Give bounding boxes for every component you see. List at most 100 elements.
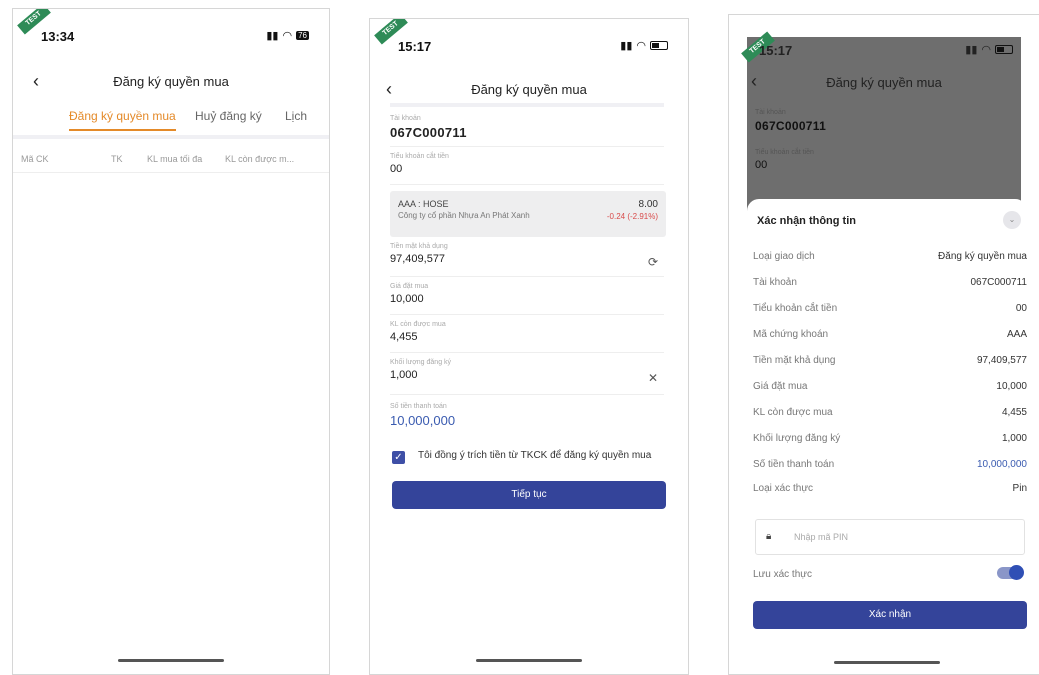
wifi-icon: ◠ xyxy=(636,40,646,52)
account-label: Tài khoản xyxy=(755,109,786,116)
table-header: Mã CK TK KL mua tối đa KL còn được m... xyxy=(13,147,329,173)
save-auth-label: Lưu xác thực xyxy=(753,569,812,580)
row-label: Khối lượng đăng ký xyxy=(753,433,841,444)
tab-history[interactable]: Lịch xyxy=(285,109,307,123)
row-label: Mã chứng khoán xyxy=(753,329,829,340)
account-label: Tài khoản xyxy=(390,115,421,122)
row-label: Tiểu khoản cắt tiền xyxy=(753,303,838,314)
detail-row: Tiền mặt khả dụng 97,409,577 xyxy=(753,351,1027,377)
clock: 15:17 xyxy=(759,43,793,58)
sheet-title: Xác nhận thông tin xyxy=(757,215,856,227)
system-icons: ▮▮ ◠ xyxy=(965,43,1013,56)
payment-label: Số tiền thanh toán xyxy=(390,403,447,410)
agree-checkbox-row[interactable]: ✓ Tôi đồng ý trích tiền từ TKCK để đăng … xyxy=(392,449,664,464)
subaccount-field[interactable]: Tiểu khoản cắt tiền 00 xyxy=(390,153,664,185)
detail-row: Giá đặt mua 10,000 xyxy=(753,377,1027,403)
column-header: KL còn được m... xyxy=(225,154,295,164)
price-field: Giá đặt mua 10,000 xyxy=(390,283,664,315)
home-indicator xyxy=(476,659,582,662)
remaining-value: 4,455 xyxy=(390,331,418,343)
row-label: Loại xác thực xyxy=(753,483,814,494)
payment-field: Số tiền thanh toán 10,000,000 xyxy=(390,403,664,439)
tab-cancel[interactable]: Huỷ đăng ký xyxy=(195,109,262,123)
detail-row: Khối lượng đăng ký 1,000 xyxy=(753,429,1027,455)
wifi-icon: ◠ xyxy=(981,44,991,56)
row-value: 1,000 xyxy=(1001,433,1027,444)
nav-bar: ‹ Đăng ký quyền mua xyxy=(13,65,329,101)
chevron-down-icon[interactable]: ⌄ xyxy=(1003,211,1021,229)
detail-row: KL còn được mua 4,455 xyxy=(753,403,1027,429)
row-label: KL còn được mua xyxy=(753,407,833,418)
cash-label: Tiền mặt khả dụng xyxy=(390,243,448,250)
battery-icon xyxy=(650,41,668,50)
detail-row: Tiểu khoản cắt tiền 00 xyxy=(753,299,1027,325)
stock-change: -0.24 (-2.91%) xyxy=(606,212,658,221)
pin-field[interactable]: 🔒︎ xyxy=(755,519,1025,555)
save-auth-row: Lưu xác thực xyxy=(753,565,1027,591)
row-value: 97,409,577 xyxy=(976,355,1027,366)
screen-register-form: TEST 15:17 ▮▮ ◠ ‹ Đăng ký quyền mua Tài … xyxy=(369,18,689,675)
price-label: Giá đặt mua xyxy=(390,283,429,290)
clear-icon[interactable]: ✕ xyxy=(648,371,658,385)
home-indicator xyxy=(118,659,224,662)
refresh-icon[interactable]: ⟳ xyxy=(648,255,658,269)
row-value: 067C000711 xyxy=(970,277,1027,288)
system-icons: ▮▮ ◠ xyxy=(620,39,668,52)
continue-button[interactable]: Tiếp tục xyxy=(392,481,666,509)
row-label: Giá đặt mua xyxy=(753,381,808,392)
account-value: 067C000711 xyxy=(755,119,827,133)
quantity-label: Khối lượng đăng ký xyxy=(390,359,452,366)
quantity-value[interactable]: 1,000 xyxy=(390,369,664,381)
tab-register[interactable]: Đăng ký quyền mua xyxy=(69,109,176,131)
lock-icon: 🔒︎ xyxy=(766,531,772,542)
row-value: AAA xyxy=(1006,329,1027,340)
row-label: Loại giao dịch xyxy=(753,251,815,262)
dimmed-background: TEST 15:17 ▮▮ ◠ ‹ Đăng ký quyền mua Tài … xyxy=(741,31,1021,217)
screen-rights-list: TEST 13:34 ▮▮ ◠ 76 ‹ Đăng ký quyền mua Đ… xyxy=(12,8,330,675)
page-title: Đăng ký quyền mua xyxy=(471,82,587,97)
detail-row: Loại xác thực Pin xyxy=(753,479,1027,505)
subaccount-value: 00 xyxy=(390,163,403,175)
row-label: Tài khoản xyxy=(753,277,797,288)
account-field: Tài khoản 067C000711 xyxy=(390,115,664,147)
confirm-button[interactable]: Xác nhận xyxy=(753,601,1027,629)
signal-icon: ▮▮ xyxy=(266,30,279,42)
page-title: Đăng ký quyền mua xyxy=(826,75,942,90)
status-bar: TEST 13:34 ▮▮ ◠ 76 xyxy=(13,9,329,53)
detail-row: Mã chứng khoán AAA xyxy=(753,325,1027,351)
system-icons: ▮▮ ◠ 76 xyxy=(266,29,309,42)
cash-value: 97,409,577 xyxy=(390,253,446,265)
cash-field: Tiền mặt khả dụng 97,409,577 ⟳ xyxy=(390,243,664,277)
price-value: 10,000 xyxy=(390,293,424,305)
checkbox-checked-icon[interactable]: ✓ xyxy=(392,451,405,464)
remaining-label: KL còn được mua xyxy=(390,321,446,328)
battery-icon xyxy=(995,45,1013,54)
page-title: Đăng ký quyền mua xyxy=(113,74,229,89)
subaccount-field: Tiểu khoản cắt tiền 00 xyxy=(755,149,1011,171)
pin-input[interactable] xyxy=(794,528,974,546)
row-value: 10,000 xyxy=(996,381,1027,392)
agree-text: Tôi đồng ý trích tiền từ TKCK để đăng ký… xyxy=(418,450,652,461)
tab-bar: Đăng ký quyền mua Huỷ đăng ký Lịch xyxy=(13,105,329,139)
detail-row: Loại giao dịch Đăng ký quyền mua xyxy=(753,247,1027,273)
home-indicator xyxy=(834,661,940,664)
screen-confirm: TEST 15:17 ▮▮ ◠ ‹ Đăng ký quyền mua Tài … xyxy=(728,14,1039,675)
column-header: Mã CK xyxy=(21,154,49,164)
clock: 15:17 xyxy=(398,39,432,54)
account-value: 067C000711 xyxy=(390,125,467,140)
row-value: Pin xyxy=(1012,483,1027,494)
quantity-input[interactable]: Khối lượng đăng ký 1,000 ✕ xyxy=(390,359,664,395)
account-field: Tài khoản 067C000711 xyxy=(755,109,1011,133)
status-bar: TEST 15:17 ▮▮ ◠ xyxy=(370,19,688,63)
column-header: KL mua tối đa xyxy=(147,154,203,164)
row-label: Tiền mặt khả dụng xyxy=(753,355,836,366)
row-value: 4,455 xyxy=(1001,407,1027,418)
detail-row: Số tiền thanh toán 10,000,000 xyxy=(753,455,1027,481)
payment-value: 10,000,000 xyxy=(390,413,456,428)
subaccount-value: 00 xyxy=(755,159,768,171)
signal-icon: ▮▮ xyxy=(965,44,978,56)
remaining-field: KL còn được mua 4,455 xyxy=(390,321,664,353)
stock-name: Công ty cổ phần Nhựa An Phát Xanh xyxy=(398,211,530,220)
stock-info-card: AAA : HOSE Công ty cổ phần Nhựa An Phát … xyxy=(390,191,666,237)
save-auth-toggle[interactable] xyxy=(997,565,1024,580)
